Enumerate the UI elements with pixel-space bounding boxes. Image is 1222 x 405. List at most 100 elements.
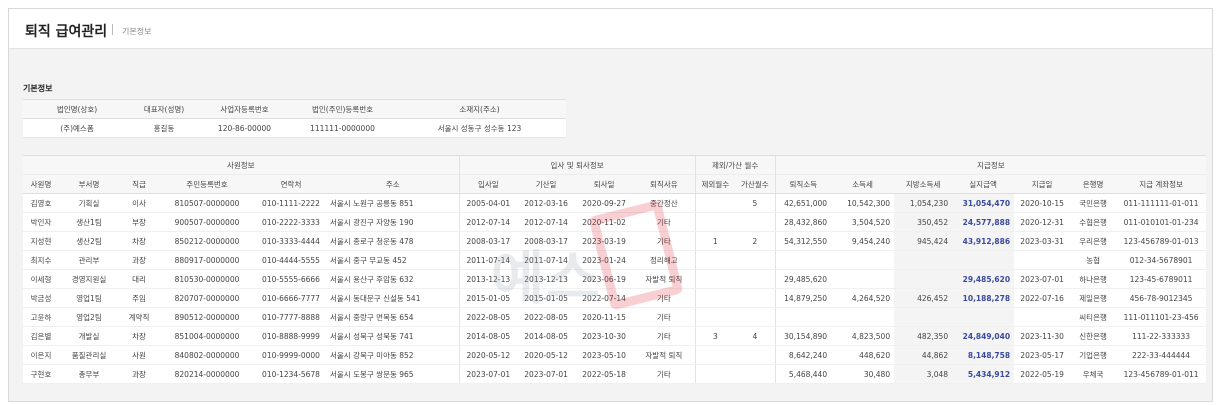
table-cell: 서울시 성북구 성북동 741 <box>327 326 460 346</box>
table-cell: 2023-07-01 <box>458 364 518 384</box>
table-cell <box>952 250 1015 270</box>
table-cell: 최지수 <box>23 250 59 270</box>
page-title: 퇴직 급여관리 <box>25 24 108 40</box>
table-cell: 5,434,912 <box>952 364 1015 384</box>
table-cell: 기타 <box>633 231 696 251</box>
table-row[interactable]: 고윤하 영업2팀 계약직 890512-0000000 010-7777-8888 서울시… <box>23 307 1207 327</box>
table-row[interactable]: 구현호 총무부 과장 820214-0000000 010-1234-5678 서울시 도… <box>23 364 1207 384</box>
basic-cell: 120-86-00000 <box>197 118 292 138</box>
table-cell: 기업은행 <box>1070 345 1117 365</box>
table-cell: 2020-11-02 <box>575 212 634 232</box>
breadcrumb: 기본정보 <box>122 27 152 36</box>
table-cell: 1 <box>694 231 736 251</box>
table-cell: 4,264,520 <box>831 288 895 308</box>
employee-col-header: 퇴직사유 <box>633 174 696 194</box>
table-cell <box>735 269 776 289</box>
table-cell: 수협은행 <box>1070 212 1117 232</box>
table-cell: 영업1팀 <box>59 288 119 308</box>
table-cell: 2023-01-24 <box>575 250 634 270</box>
group-payment-info: 지급정보 <box>774 155 1207 175</box>
table-cell: 2022-05-19 <box>1014 364 1071 384</box>
table-cell: 2012-07-14 <box>517 212 576 232</box>
table-cell: 24,577,888 <box>952 212 1015 232</box>
table-cell: 900507-0000000 <box>159 212 255 232</box>
basic-col-header: 대표자(성명) <box>131 99 197 119</box>
table-row[interactable]: 이은지 품질관리실 사원 840802-0000000 010-9999-0000 서울시… <box>23 345 1207 365</box>
employee-col-header: 지급 계좌정보 <box>1116 174 1207 194</box>
table-cell: 고윤하 <box>23 307 59 327</box>
table-cell: 과장 <box>119 250 159 270</box>
employee-col-header: 사원명 <box>23 174 59 194</box>
table-cell <box>694 307 736 327</box>
table-cell: 차장 <box>119 231 159 251</box>
employee-col-header: 퇴사일 <box>575 174 634 194</box>
table-row[interactable]: 김은별 개발실 차장 851004-0000000 010-8888-9999 서울시 성… <box>23 326 1207 346</box>
table-cell: 하나은행 <box>1070 269 1117 289</box>
table-cell <box>735 307 776 327</box>
table-cell: 2020-11-15 <box>575 307 634 327</box>
main-content: 기본정보 법인명(상호) 대표자(성명) 사업자등록번호 법인(주민)등록번호 소재지(… <box>9 49 1212 401</box>
employee-col-header: 소득세 <box>831 174 895 194</box>
table-cell: 서울시 광진구 자양동 190 <box>327 212 460 232</box>
table-cell: 2012-03-16 <box>517 193 576 213</box>
table-cell: 2022-07-14 <box>575 288 634 308</box>
table-cell: 2020-05-12 <box>517 345 576 365</box>
table-cell: 계약직 <box>119 307 159 327</box>
table-cell: 9,454,240 <box>831 231 895 251</box>
basic-info-table: 법인명(상호) 대표자(성명) 사업자등록번호 법인(주민)등록번호 소재지(주소) (… <box>23 99 566 138</box>
table-cell: 820214-0000000 <box>159 364 255 384</box>
table-cell: 810530-0000000 <box>159 269 255 289</box>
table-cell: 개발실 <box>59 326 119 346</box>
table-cell: 111-22-333333 <box>1116 326 1207 346</box>
table-cell: 30,480 <box>831 364 895 384</box>
table-cell: 010-7777-8888 <box>255 307 327 327</box>
table-cell: 2022-08-05 <box>517 307 576 327</box>
table-cell: 관리부 <box>59 250 119 270</box>
table-cell: 영업2팀 <box>59 307 119 327</box>
table-cell: 010-1111-2222 <box>255 193 327 213</box>
table-row[interactable]: 지성현 생산2팀 차장 850212-0000000 010-3333-4444 서울시 … <box>23 231 1207 251</box>
table-cell: 010-2222-3333 <box>255 212 327 232</box>
table-cell <box>774 250 832 270</box>
basic-cell: 홍길동 <box>131 118 197 138</box>
table-cell <box>694 364 736 384</box>
table-cell: 448,620 <box>831 345 895 365</box>
basic-info-row: (주)예스폼 홍길동 120-86-00000 111111-0000000 서울시 성… <box>23 118 566 138</box>
table-cell <box>735 250 776 270</box>
table-cell <box>735 288 776 308</box>
basic-cell: 111111-0000000 <box>292 118 393 138</box>
basic-col-header: 사업자등록번호 <box>197 99 292 119</box>
table-cell <box>831 250 895 270</box>
table-cell: 4 <box>735 326 776 346</box>
table-cell: 010-3333-4444 <box>255 231 327 251</box>
table-cell: 자발적 퇴직 <box>633 269 696 289</box>
table-cell: 30,154,890 <box>774 326 832 346</box>
table-cell: 890512-0000000 <box>159 307 255 327</box>
page-header: 퇴직 급여관리 기본정보 <box>9 9 1212 49</box>
table-cell: 기타 <box>633 288 696 308</box>
app-frame: 퇴직 급여관리 기본정보 기본정보 법인명(상호) 대표자(성명) 사업자등록번호 법… <box>8 8 1213 402</box>
table-cell: 신한은행 <box>1070 326 1117 346</box>
table-cell: 011-010101-01-234 <box>1116 212 1207 232</box>
table-row[interactable]: 박금성 영업1팀 주임 820707-0000000 010-6666-7777 서울시 … <box>23 288 1207 308</box>
table-row[interactable]: 최지수 관리부 과장 880917-0000000 010-4444-5555 서울시 중… <box>23 250 1207 270</box>
table-cell: 차장 <box>119 326 159 346</box>
employee-col-header: 입사일 <box>458 174 518 194</box>
table-cell: 자발적 퇴직 <box>633 345 696 365</box>
table-cell: 이세형 <box>23 269 59 289</box>
table-cell: 서울시 노원구 공릉동 851 <box>327 193 460 213</box>
table-cell: 경영지원실 <box>59 269 119 289</box>
table-cell: 3,048 <box>894 364 953 384</box>
table-cell: 851004-0000000 <box>159 326 255 346</box>
employee-col-header: 지급일 <box>1014 174 1071 194</box>
table-row[interactable]: 김영호 기획실 이사 810507-0000000 010-1111-2222 서울시 노… <box>23 193 1207 213</box>
table-cell: 482,350 <box>894 326 953 346</box>
table-cell: 품질관리실 <box>59 345 119 365</box>
table-cell: 5 <box>735 193 776 213</box>
table-row[interactable]: 박인자 생산1팀 부장 900507-0000000 010-2222-3333 서울시 … <box>23 212 1207 232</box>
table-cell: 2015-01-05 <box>458 288 518 308</box>
table-row[interactable]: 이세형 경영지원실 대리 810530-0000000 010-5555-6666 서울시… <box>23 269 1207 289</box>
table-cell: 기타 <box>633 326 696 346</box>
table-cell: 123-456789-01-013 <box>1116 231 1207 251</box>
employee-col-header: 부서명 <box>59 174 119 194</box>
